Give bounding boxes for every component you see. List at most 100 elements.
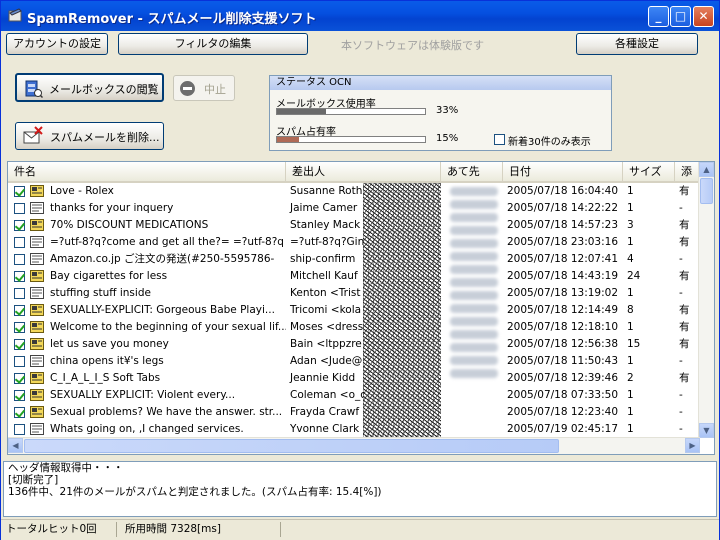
row-checkbox[interactable]: [14, 237, 25, 248]
mail-rows: Love - Rolex Susanne Roth 2005/07/18 16:04…: [8, 183, 702, 438]
mail-icon: [30, 287, 44, 299]
spam-mail-icon: [30, 270, 44, 282]
mail-list-header: 件名 差出人 あて先 日付 サイズ 添: [8, 162, 702, 183]
row-sender: Bain <ltppzre: [290, 338, 362, 350]
row-checkbox[interactable]: [14, 407, 25, 418]
filter-edit-button[interactable]: フィルタの編集: [118, 33, 308, 55]
horizontal-scrollbar[interactable]: ◀ ▶: [8, 437, 700, 454]
row-checkbox[interactable]: [14, 288, 25, 299]
row-checkbox[interactable]: [14, 220, 25, 231]
table-row[interactable]: stuffing stuff inside Kenton <Trist 2005/0…: [8, 285, 702, 302]
table-row[interactable]: SEXUALLY EXPLICIT: Violent every... Colem…: [8, 387, 702, 404]
row-subject: 70% DISCOUNT MEDICATIONS: [50, 219, 209, 231]
row-size: 1: [627, 321, 634, 333]
mail-icon: [30, 253, 44, 265]
scroll-left-arrow[interactable]: ◀: [8, 438, 23, 453]
table-row[interactable]: thanks for your inquery Jaime Camer 2005/0…: [8, 200, 702, 217]
latest-only-checkbox[interactable]: [494, 134, 505, 145]
scroll-right-arrow[interactable]: ▶: [685, 438, 700, 453]
browse-mailbox-label: メールボックスの閲覧: [49, 83, 159, 96]
mailbox-usage-fill: [277, 109, 326, 114]
row-sender: Frayda Crawf: [290, 406, 360, 418]
column-recipient[interactable]: あて先: [441, 162, 503, 181]
table-row[interactable]: 70% DISCOUNT MEDICATIONS Stanley Mack 2005…: [8, 217, 702, 234]
spam-mail-icon: [30, 304, 44, 316]
scroll-up-arrow[interactable]: ▲: [699, 162, 714, 177]
table-row[interactable]: Bay cigarettes for less Mitchell Kauf 2005…: [8, 268, 702, 285]
row-checkbox[interactable]: [14, 203, 25, 214]
delete-spam-button[interactable]: スパムメールを削除...: [15, 122, 164, 150]
scroll-down-arrow[interactable]: ▼: [699, 423, 714, 438]
stop-button[interactable]: 中止: [173, 75, 235, 101]
row-checkbox[interactable]: [14, 254, 25, 265]
mailbox-usage-bar: [276, 108, 426, 115]
row-checkbox[interactable]: [14, 322, 25, 333]
column-subject[interactable]: 件名: [8, 162, 286, 181]
row-subject: Welcome to the beginning of your sexual …: [50, 321, 286, 333]
log-area[interactable]: ヘッダ情報取得中・・・ [切断完了] 136件中、21件のメールがスパムと判定さ…: [3, 461, 717, 517]
latest-only-label: 新着30件のみ表示: [508, 137, 591, 148]
row-subject: Whats going on, ,I changed services.: [50, 423, 244, 435]
maximize-button[interactable]: □: [670, 6, 691, 27]
minimize-button[interactable]: _: [648, 6, 669, 27]
title-bar[interactable]: SpamRemover - スパムメール削除支援ソフト _ □ ✕: [1, 1, 719, 31]
horizontal-scroll-thumb[interactable]: [24, 439, 559, 453]
row-checkbox[interactable]: [14, 356, 25, 367]
row-size: 1: [627, 389, 634, 401]
row-size: 3: [627, 219, 634, 231]
column-date[interactable]: 日付: [503, 162, 623, 181]
row-date: 2005/07/18 11:50:43: [507, 355, 619, 367]
row-sender: Jaime Camer: [290, 202, 358, 214]
row-subject: china opens it¥'s legs: [50, 355, 164, 367]
browse-mailbox-button[interactable]: メールボックスの閲覧: [15, 73, 164, 102]
table-row[interactable]: Welcome to the beginning of your sexual …: [8, 319, 702, 336]
row-subject: SEXUALLY-EXPLICIT: Gorgeous Babe Playi..…: [50, 304, 275, 316]
mailbox-usage-percent: 33%: [436, 105, 459, 116]
table-row[interactable]: Love - Rolex Susanne Roth 2005/07/18 16:04…: [8, 183, 702, 200]
vertical-scrollbar[interactable]: ▲ ▼: [698, 162, 714, 438]
mail-icon: [30, 202, 44, 214]
row-subject: Amazon.co.jp ご注文の発送(#250-5595786-: [50, 253, 275, 265]
redacted-recipient-blur: [448, 183, 506, 438]
row-date: 2005/07/18 12:18:10: [507, 321, 619, 333]
row-date: 2005/07/18 14:22:22: [507, 202, 619, 214]
row-size: 2: [627, 372, 634, 384]
account-settings-button[interactable]: アカウントの設定: [6, 33, 108, 55]
column-size[interactable]: サイズ: [623, 162, 675, 181]
close-button[interactable]: ✕: [693, 6, 714, 27]
row-checkbox[interactable]: [14, 424, 25, 435]
elapsed-time: 所用時間 7328[ms]: [121, 522, 281, 537]
table-row[interactable]: Whats going on, ,I changed services. Yvon…: [8, 421, 702, 438]
table-row[interactable]: china opens it¥'s legs Adan <Jude@ 2005/07…: [8, 353, 702, 370]
spam-mail-icon: [30, 338, 44, 350]
row-checkbox[interactable]: [14, 305, 25, 316]
table-row[interactable]: Sexual problems? We have the answer. str…: [8, 404, 702, 421]
vertical-scroll-thumb[interactable]: [700, 178, 713, 204]
row-checkbox[interactable]: [14, 271, 25, 282]
row-checkbox[interactable]: [14, 390, 25, 401]
row-sender: Yvonne Clark: [290, 423, 360, 435]
column-sender[interactable]: 差出人: [286, 162, 441, 181]
row-date: 2005/07/18 12:23:40: [507, 406, 619, 418]
row-checkbox[interactable]: [14, 186, 25, 197]
table-row[interactable]: C_I_A_L_I_S Soft Tabs Jeannie Kidd 2005/07…: [8, 370, 702, 387]
trial-notice: 本ソフトウェアは体験版です: [341, 39, 484, 52]
mail-list[interactable]: 件名 差出人 あて先 日付 サイズ 添 Love - Rolex Susanne …: [7, 161, 715, 455]
row-checkbox[interactable]: [14, 373, 25, 384]
row-date: 2005/07/18 12:56:38: [507, 338, 619, 350]
row-date: 2005/07/18 12:07:41: [507, 253, 619, 265]
mail-icon: [30, 236, 44, 248]
row-sender: ship-confirm: [290, 253, 356, 265]
row-subject: Love - Rolex: [50, 185, 114, 197]
row-subject: SEXUALLY EXPLICIT: Violent every...: [50, 389, 236, 401]
row-size: 4: [627, 253, 634, 265]
table-row[interactable]: =?utf-8?q?come and get all the?= =?utf-8…: [8, 234, 702, 251]
stop-icon: [180, 81, 195, 96]
table-row[interactable]: Amazon.co.jp ご注文の発送(#250-5595786- ship-co…: [8, 251, 702, 268]
table-row[interactable]: let us save you money Bain <ltppzre 2005/0…: [8, 336, 702, 353]
settings-button[interactable]: 各種設定: [576, 33, 698, 55]
table-row[interactable]: SEXUALLY-EXPLICIT: Gorgeous Babe Playi..…: [8, 302, 702, 319]
spam-mail-icon: [30, 321, 44, 333]
row-checkbox[interactable]: [14, 339, 25, 350]
row-sender: Kenton <Trist: [290, 287, 361, 299]
